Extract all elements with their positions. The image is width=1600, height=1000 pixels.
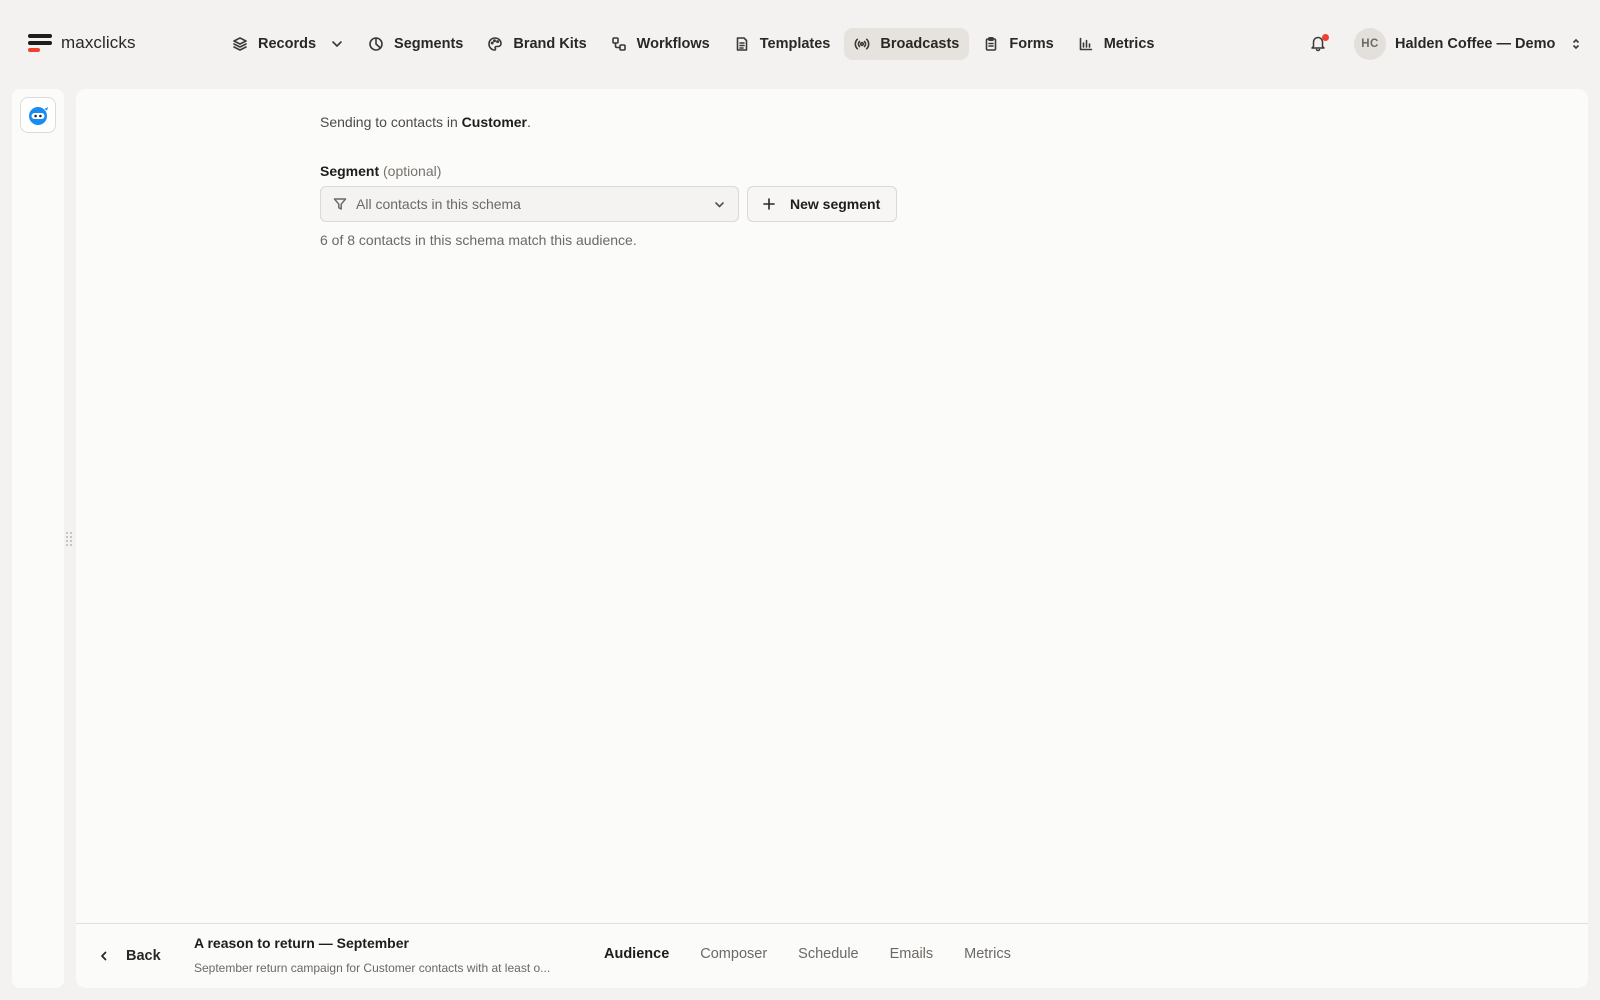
- tab-schedule[interactable]: Schedule: [798, 946, 858, 962]
- schema-name: Customer: [461, 114, 528, 130]
- nav-item-templates[interactable]: Templates: [724, 28, 841, 60]
- ninja-bot-icon: [29, 107, 48, 125]
- chevron-up-down-icon: [1573, 38, 1580, 50]
- app-name: maxclicks: [61, 33, 136, 52]
- audience-match-count: 6 of 8 contacts in this schema match thi…: [320, 232, 637, 248]
- back-label: Back: [126, 948, 161, 964]
- tab-metrics[interactable]: Metrics: [964, 946, 1011, 962]
- sending-to-text: Sending to contacts in Customer.: [320, 114, 531, 130]
- app-logo[interactable]: maxclicks: [28, 33, 136, 53]
- logo-mark-icon: [28, 33, 52, 53]
- campaign-title: A reason to return — September: [194, 935, 409, 951]
- left-rail: [12, 89, 64, 988]
- nav-item-label: Metrics: [1103, 36, 1155, 52]
- workflow-icon: [611, 37, 626, 51]
- panel-resize-handle[interactable]: [66, 532, 72, 546]
- bar-chart-icon: [1079, 37, 1092, 51]
- segment-label: Segment (optional): [320, 163, 441, 179]
- main-nav: Records Segments Brand Kits Workflows Te…: [222, 28, 1164, 60]
- plus-icon: [763, 198, 775, 210]
- avatar: HC: [1354, 28, 1386, 60]
- nav-item-label: Segments: [394, 36, 464, 52]
- pie-chart-icon: [369, 37, 383, 51]
- tab-emails[interactable]: Emails: [890, 946, 934, 962]
- new-segment-label: New segment: [790, 196, 881, 212]
- nav-item-label: Brand Kits: [513, 36, 587, 52]
- chevron-left-icon: [101, 951, 107, 961]
- nav-item-label: Records: [258, 36, 317, 52]
- assistant-bot-button[interactable]: [20, 97, 56, 133]
- clipboard-icon: [986, 36, 997, 51]
- segment-label-text: Segment: [320, 163, 380, 179]
- campaign-description: September return campaign for Customer c…: [194, 961, 551, 975]
- nav-item-segments[interactable]: Segments: [358, 28, 473, 60]
- broadcast-footer: Back A reason to return — September Sept…: [76, 923, 1588, 988]
- nav-item-records[interactable]: Records: [222, 28, 354, 60]
- broadcast-tabs: Audience Composer Schedule Emails Metric…: [604, 946, 1042, 962]
- nav-item-label: Forms: [1009, 36, 1054, 52]
- account-switcher[interactable]: HC Halden Coffee — Demo: [1354, 28, 1582, 60]
- document-icon: [736, 37, 748, 51]
- layers-icon: [233, 37, 247, 51]
- nav-item-label: Templates: [759, 36, 831, 52]
- account-name: Halden Coffee — Demo: [1395, 36, 1556, 52]
- nav-item-broadcasts[interactable]: Broadcasts: [844, 28, 970, 60]
- top-bar: maxclicks Records Segments Brand Kits Wo…: [0, 0, 1600, 88]
- notifications-button[interactable]: [1309, 34, 1329, 54]
- segment-select-value: All contacts in this schema: [356, 196, 521, 212]
- nav-item-metrics[interactable]: Metrics: [1068, 28, 1165, 60]
- optional-hint: (optional): [383, 163, 442, 179]
- nav-item-forms[interactable]: Forms: [973, 28, 1063, 60]
- tab-audience[interactable]: Audience: [604, 946, 669, 962]
- segment-select[interactable]: All contacts in this schema: [320, 186, 739, 222]
- nav-item-label: Workflows: [636, 36, 710, 52]
- tab-composer[interactable]: Composer: [700, 946, 767, 962]
- palette-icon: [488, 37, 503, 51]
- filter-icon: [333, 198, 347, 210]
- nav-item-workflows[interactable]: Workflows: [601, 28, 720, 60]
- back-button[interactable]: Back: [98, 946, 161, 966]
- sending-suffix: .: [527, 114, 531, 130]
- nav-item-brand-kits[interactable]: Brand Kits: [477, 28, 596, 60]
- new-segment-button[interactable]: New segment: [747, 186, 897, 222]
- chevron-down-icon[interactable]: [330, 37, 344, 51]
- nav-item-label: Broadcasts: [880, 36, 960, 52]
- sending-prefix: Sending to contacts in: [320, 114, 462, 130]
- main-panel: Sending to contacts in Customer. Segment…: [76, 89, 1588, 988]
- broadcast-icon: [854, 38, 870, 50]
- unread-dot: [1322, 34, 1329, 41]
- chevron-down-icon: [715, 201, 724, 207]
